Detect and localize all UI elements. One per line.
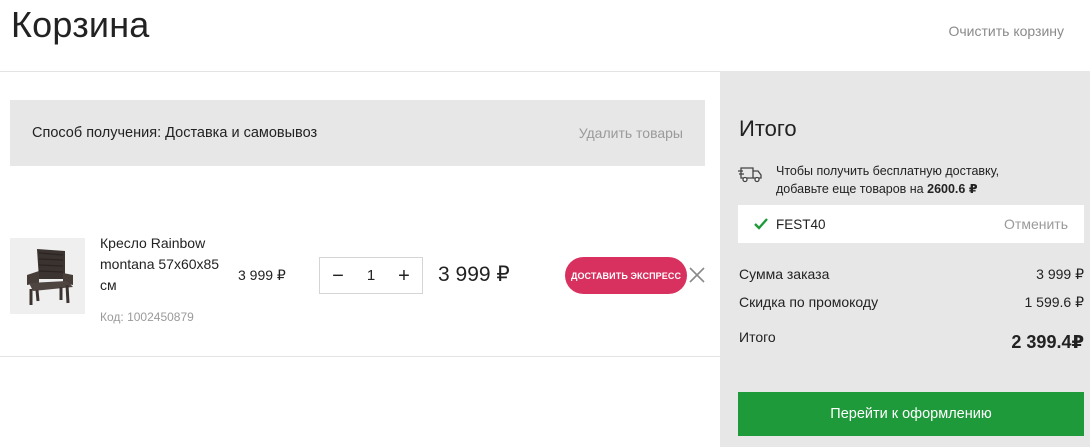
free-delivery-notice: Чтобы получить бесплатную доставку, доба… [738, 162, 999, 198]
free-delivery-amount: 2600.6 ₽ [927, 182, 978, 196]
check-icon [754, 218, 768, 230]
summary-title: Итого [739, 116, 797, 141]
page-title: Корзина [11, 4, 150, 45]
promo-code: FEST40 [776, 216, 826, 232]
chair-image [26, 249, 73, 305]
delivery-method-bar: Способ получения: Доставка и самовывоз У… [10, 100, 705, 166]
divider [0, 71, 720, 72]
express-delivery-button[interactable]: ДОСТАВИТЬ ЭКСПРЕСС [565, 257, 687, 294]
free-delivery-line2-wrap: добавьте еще товаров на 2600.6 ₽ [776, 180, 999, 198]
order-sum-label: Сумма заказа [739, 266, 830, 282]
increment-button[interactable]: + [396, 266, 412, 286]
divider [0, 356, 720, 357]
discount-row: Скидка по промокоду 1 599.6 ₽ [739, 294, 1084, 311]
total-row: Итого 2 399.4₽ [739, 329, 1084, 353]
delivery-method-label: Способ получения: Доставка и самовывоз [32, 125, 318, 141]
promo-code-box: FEST40 Отменить [738, 205, 1084, 243]
quantity-value[interactable]: 1 [367, 267, 375, 284]
close-icon[interactable] [688, 266, 706, 284]
product-image[interactable] [10, 238, 85, 314]
product-code: Код: 1002450879 [100, 310, 194, 324]
truck-icon [738, 167, 762, 183]
cart-item: Кресло Rainbow montana 57x60x85 см Код: … [0, 220, 720, 340]
discount-value: 1 599.6 ₽ [1024, 294, 1084, 310]
product-name[interactable]: Кресло Rainbow montana 57x60x85 см [100, 233, 235, 296]
free-delivery-line2: добавьте еще товаров на [776, 182, 928, 196]
total-label: Итого [739, 329, 776, 345]
free-delivery-line1: Чтобы получить бесплатную доставку, [776, 164, 1000, 178]
total-value: 2 399.4₽ [1011, 332, 1084, 352]
checkout-button[interactable]: Перейти к оформлению [738, 392, 1084, 436]
remove-goods-link[interactable]: Удалить товары [579, 125, 683, 141]
decrement-button[interactable]: − [330, 266, 346, 286]
discount-label: Скидка по промокоду [739, 294, 879, 310]
quantity-stepper: − 1 + [319, 257, 423, 294]
clear-cart-link[interactable]: Очистить корзину [949, 23, 1065, 39]
order-summary-panel: Итого Чтобы получить бесплатную доставку… [720, 71, 1090, 447]
promo-cancel-link[interactable]: Отменить [1004, 216, 1068, 232]
free-delivery-text: Чтобы получить бесплатную доставку, доба… [776, 162, 999, 198]
line-total: 3 999 ₽ [438, 263, 510, 286]
order-sum-row: Сумма заказа 3 999 ₽ [739, 266, 1084, 283]
unit-price: 3 999 ₽ [238, 267, 286, 283]
order-sum-value: 3 999 ₽ [1036, 266, 1084, 282]
